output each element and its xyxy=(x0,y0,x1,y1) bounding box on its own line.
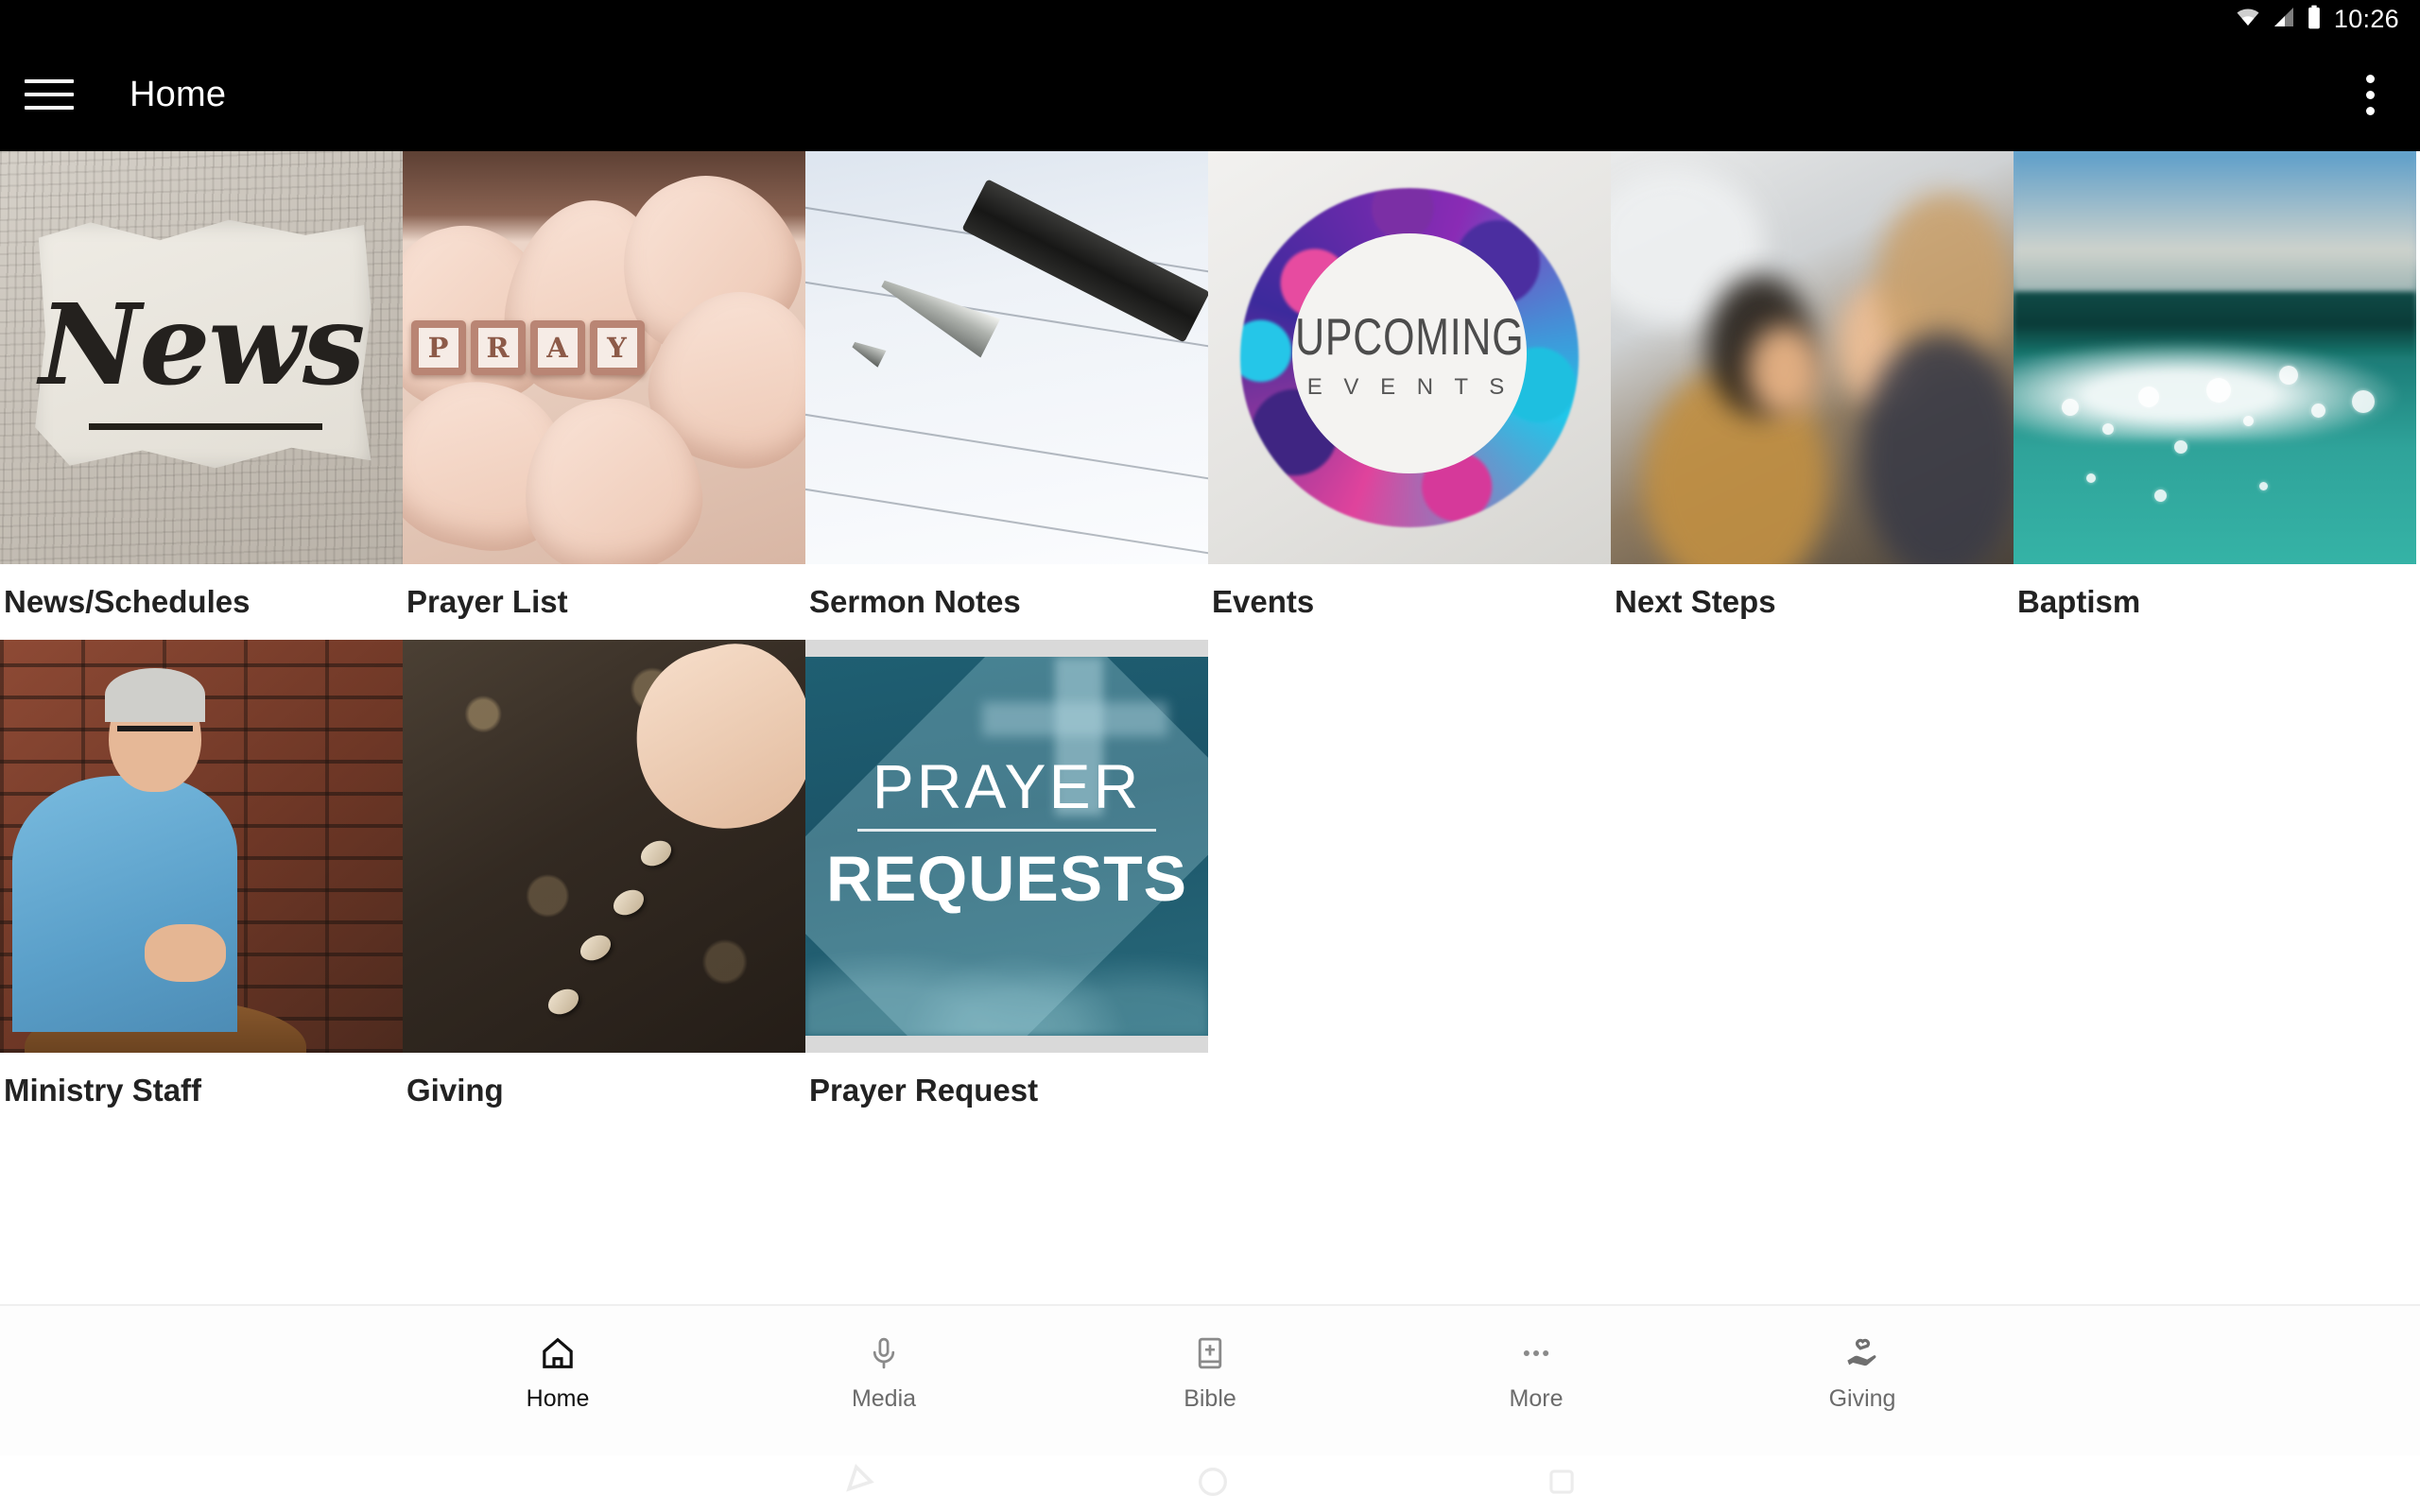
app-bar: Home xyxy=(0,38,2420,151)
tile-thumbnail xyxy=(2014,151,2416,564)
pray-block-letter: P xyxy=(418,328,458,369)
tile-thumbnail: News xyxy=(0,151,403,564)
tile-ministry-staff[interactable]: Ministry Staff xyxy=(0,639,403,1109)
laughing-friends-photo xyxy=(1611,151,2014,564)
pastor-portrait-brick-wall-photo xyxy=(0,639,403,1053)
hand-planting-seeds-in-soil-photo xyxy=(403,639,805,1053)
tile-label: Prayer Request xyxy=(809,1072,1039,1108)
tile-label: News/Schedules xyxy=(4,584,251,619)
tile-thumbnail: PRAYER REQUESTS xyxy=(805,639,1208,1053)
tile-sermon-notes[interactable]: Sermon Notes xyxy=(805,151,1208,621)
tile-thumbnail xyxy=(805,151,1208,564)
events-art-line2: E V E N T S xyxy=(1306,374,1512,401)
more-vertical-icon[interactable] xyxy=(2337,61,2403,128)
battery-icon xyxy=(2306,5,2323,34)
bible-book-icon xyxy=(1192,1331,1228,1376)
tile-giving[interactable]: Giving xyxy=(403,639,805,1109)
tile-label: Baptism xyxy=(2017,584,2141,619)
bottom-navigation-bar: Home Media Bible More Giving xyxy=(0,1304,2420,1455)
tile-label: Next Steps xyxy=(1615,584,1776,619)
nav-item-media[interactable]: Media xyxy=(721,1331,1047,1413)
prayer-request-art-line2: REQUESTS xyxy=(825,842,1188,915)
more-horizontal-icon xyxy=(1518,1331,1554,1376)
tile-events[interactable]: UPCOMING E V E N T S Events xyxy=(1208,151,1611,621)
tile-row-1: News News/Schedules P R A Y Prayer List … xyxy=(0,151,2420,621)
cellular-signal-icon xyxy=(2272,6,2296,33)
nav-item-home[interactable]: Home xyxy=(395,1331,721,1413)
tile-label: Ministry Staff xyxy=(4,1072,202,1108)
nav-item-giving[interactable]: Giving xyxy=(1700,1331,2026,1413)
news-art-word: News xyxy=(39,279,366,411)
nav-label: Giving xyxy=(1828,1385,1896,1412)
nav-item-more[interactable]: More xyxy=(1374,1331,1700,1413)
pen-on-lined-paper-image xyxy=(805,151,1208,564)
pray-letter-blocks: P R A Y xyxy=(410,320,645,376)
upcoming-events-paint-splatter-image: UPCOMING E V E N T S xyxy=(1208,151,1611,564)
tile-thumbnail: UPCOMING E V E N T S xyxy=(1208,151,1611,564)
tile-prayer-list[interactable]: P R A Y Prayer List xyxy=(403,151,805,621)
status-icons xyxy=(2234,5,2323,34)
prayer-requests-banner-image: PRAYER REQUESTS xyxy=(805,639,1208,1053)
tile-row-2: Ministry Staff Giving PRAYER REQUESTS Pr… xyxy=(0,639,2420,1109)
tile-prayer-request[interactable]: PRAYER REQUESTS Prayer Request xyxy=(805,639,1208,1109)
tile-label: Events xyxy=(1212,584,1315,619)
hand-heart-icon xyxy=(1843,1331,1881,1376)
tile-thumbnail xyxy=(0,639,403,1053)
home-circle-icon[interactable] xyxy=(1194,1463,1232,1505)
nav-item-bible[interactable]: Bible xyxy=(1047,1331,1374,1413)
nav-label: Bible xyxy=(1184,1385,1236,1412)
prayer-request-art-line1: PRAYER xyxy=(872,750,1142,821)
recents-square-icon[interactable] xyxy=(1544,1464,1580,1504)
status-clock: 10:26 xyxy=(2333,4,2399,33)
tile-news-schedules[interactable]: News News/Schedules xyxy=(0,151,403,621)
page-title: Home xyxy=(130,74,227,114)
home-icon xyxy=(539,1331,577,1376)
hamburger-menu-icon[interactable] xyxy=(25,74,78,115)
tile-baptism[interactable]: Baptism xyxy=(2014,151,2416,621)
pray-block-letter: R xyxy=(477,328,518,369)
hands-holding-pray-blocks-image: P R A Y xyxy=(403,151,805,564)
nav-label: More xyxy=(1509,1385,1564,1412)
events-art-line1: UPCOMING xyxy=(1294,307,1525,367)
tile-thumbnail xyxy=(1611,151,2014,564)
news-torn-paper-image: News xyxy=(0,151,403,564)
tile-label: Prayer List xyxy=(406,584,568,619)
tile-label: Sermon Notes xyxy=(809,584,1021,619)
tile-thumbnail: P R A Y xyxy=(403,151,805,564)
pray-block-letter: Y xyxy=(596,328,637,369)
home-tile-grid: News News/Schedules P R A Y Prayer List … xyxy=(0,151,2420,1304)
wifi-icon xyxy=(2234,6,2262,33)
nav-label: Media xyxy=(851,1385,917,1412)
nav-label: Home xyxy=(526,1385,590,1412)
ocean-water-surface-photo xyxy=(2014,151,2416,564)
android-system-nav xyxy=(0,1455,2420,1512)
tile-label: Giving xyxy=(406,1072,504,1108)
back-triangle-icon[interactable] xyxy=(840,1461,882,1507)
tile-next-steps[interactable]: Next Steps xyxy=(1611,151,2014,621)
status-bar: 10:26 xyxy=(0,0,2420,38)
pray-block-letter: A xyxy=(537,328,578,369)
tile-thumbnail xyxy=(403,639,805,1053)
microphone-icon xyxy=(866,1331,902,1376)
